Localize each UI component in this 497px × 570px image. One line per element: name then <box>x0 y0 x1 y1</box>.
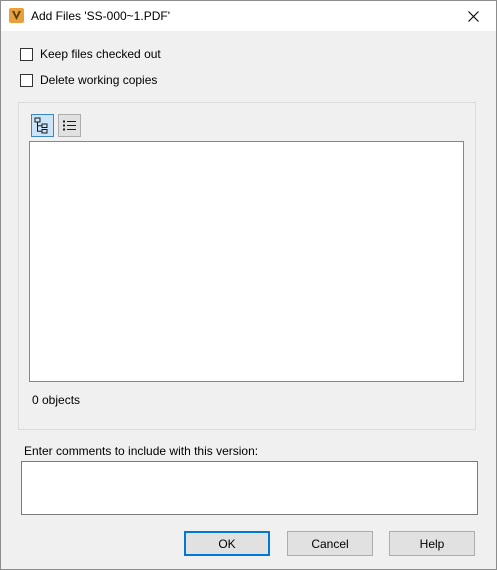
tree-view-button[interactable] <box>31 114 54 137</box>
delete-working-copies-option[interactable]: Delete working copies <box>20 72 157 88</box>
tree-view-icon <box>34 117 48 134</box>
delete-working-copies-label: Delete working copies <box>40 73 158 87</box>
object-count: 0 objects <box>32 393 81 407</box>
keep-checked-out-option[interactable]: Keep files checked out <box>20 46 161 62</box>
vault-v-icon <box>9 8 24 23</box>
comments-input[interactable] <box>21 461 478 515</box>
close-icon <box>467 10 479 22</box>
keep-checked-out-checkbox[interactable] <box>20 47 33 61</box>
delete-working-copies-checkbox[interactable] <box>20 73 33 87</box>
add-files-dialog: Add Files 'SS-000~1.PDF' Keep files chec… <box>0 0 497 570</box>
cancel-button[interactable]: Cancel <box>287 531 373 556</box>
files-list[interactable] <box>29 141 464 382</box>
window-title: Add Files 'SS-000~1.PDF' <box>31 9 170 23</box>
list-view-icon <box>63 120 76 131</box>
title-bar: Add Files 'SS-000~1.PDF' <box>1 1 496 31</box>
close-button[interactable] <box>450 1 496 31</box>
ok-button[interactable]: OK <box>184 531 270 556</box>
help-button[interactable]: Help <box>389 531 475 556</box>
comments-label: Enter comments to include with this vers… <box>24 444 259 458</box>
list-view-button[interactable] <box>58 114 81 137</box>
keep-checked-out-label: Keep files checked out <box>40 47 161 61</box>
